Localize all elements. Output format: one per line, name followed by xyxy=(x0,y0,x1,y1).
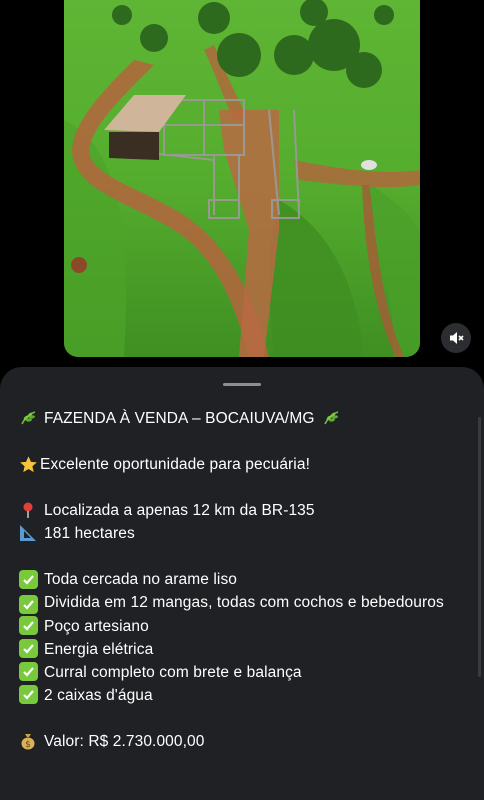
check-mark-icon xyxy=(18,639,38,659)
feature-text: Toda cercada no arame liso xyxy=(44,571,238,588)
caption-text: FAZENDA À VENDA – BOCAIUVA/MG Excelente … xyxy=(18,407,458,753)
feature-text: Energia elétrica xyxy=(44,640,154,658)
svg-text:$: $ xyxy=(25,740,31,750)
ruler-icon xyxy=(18,523,38,543)
feature-item: Dividida em 12 mangas, todas com cochos … xyxy=(18,591,458,615)
post-title-line: FAZENDA À VENDA – BOCAIUVA/MG xyxy=(18,407,458,430)
area-text: 181 hectares xyxy=(44,525,135,542)
scrollbar[interactable] xyxy=(478,417,481,677)
check-mark-icon xyxy=(18,569,38,589)
post-title: FAZENDA À VENDA – BOCAIUVA/MG xyxy=(44,410,315,427)
check-mark-icon xyxy=(18,595,38,615)
mute-button[interactable] xyxy=(441,323,471,353)
area-line: 181 hectares xyxy=(18,522,458,545)
feature-item: Curral completo com brete e balança xyxy=(18,661,458,684)
money-bag-icon: $ xyxy=(18,731,38,751)
feature-text: 2 caixas d'água xyxy=(44,686,153,704)
price-line: $ Valor: R$ 2.730.000,00 xyxy=(18,730,458,753)
feature-item: Poço artesiano xyxy=(18,615,458,638)
feature-item: Energia elétrica xyxy=(18,638,458,661)
star-icon xyxy=(18,454,38,474)
subtitle-line: Excelente oportunidade para pecuária! xyxy=(18,453,458,476)
caption-sheet[interactable]: FAZENDA À VENDA – BOCAIUVA/MG Excelente … xyxy=(0,367,484,800)
feature-text: Dividida em 12 mangas, todas com cochos … xyxy=(44,594,444,611)
location-text: Localizada a apenas 12 km da BR-135 xyxy=(44,502,315,519)
sheet-grabber[interactable] xyxy=(223,383,261,386)
feature-text: Curral completo com brete e balança xyxy=(44,663,302,681)
feature-text: Poço artesiano xyxy=(44,617,149,635)
subtitle: Excelente oportunidade para pecuária! xyxy=(40,456,310,473)
check-mark-icon xyxy=(18,685,38,705)
screen: FAZENDA À VENDA – BOCAIUVA/MG Excelente … xyxy=(0,0,484,800)
speaker-muted-icon xyxy=(450,332,464,344)
pin-icon xyxy=(18,500,38,520)
aerial-farm-photo xyxy=(64,0,420,357)
herb-icon xyxy=(18,408,38,428)
feature-item: Toda cercada no arame liso xyxy=(18,568,458,591)
post-photo[interactable] xyxy=(64,0,420,357)
location-line: Localizada a apenas 12 km da BR-135 xyxy=(18,499,458,522)
feature-item: 2 caixas d'água xyxy=(18,684,458,707)
check-mark-icon xyxy=(18,662,38,682)
price-text: Valor: R$ 2.730.000,00 xyxy=(44,732,205,750)
check-mark-icon xyxy=(18,616,38,636)
herb-icon xyxy=(321,408,341,428)
